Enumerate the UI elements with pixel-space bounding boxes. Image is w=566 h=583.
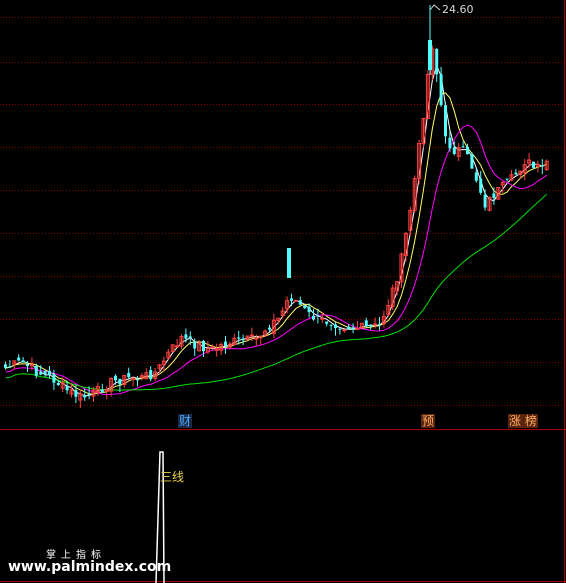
candle-body	[303, 305, 307, 309]
candle-body	[474, 172, 478, 181]
ma-mid-line	[5, 92, 547, 395]
candle-body	[237, 337, 241, 339]
candle-body	[532, 161, 535, 168]
candle-body	[325, 321, 329, 324]
candlesticks	[4, 5, 549, 408]
candle-body	[184, 334, 188, 339]
candle-body	[83, 395, 87, 398]
candle-body	[48, 370, 51, 376]
candle-body	[298, 300, 302, 305]
kline-svg[interactable]	[0, 0, 566, 583]
candle-body	[127, 372, 131, 378]
candle-body	[241, 338, 245, 341]
peak-price-label: 24.60	[442, 3, 474, 16]
candle-body	[316, 315, 320, 317]
candle-body	[505, 178, 509, 180]
watermark-url: www.palmindex.com	[8, 559, 172, 575]
candle-body	[312, 315, 315, 320]
forecast-marker[interactable]: 预	[421, 414, 436, 428]
candle-body	[268, 327, 271, 330]
candle-body	[254, 337, 259, 340]
ma-xlong-line	[5, 193, 548, 391]
candle-body	[364, 320, 368, 327]
candle-body	[21, 360, 25, 363]
candle-body	[334, 324, 337, 329]
candle-body	[118, 378, 122, 385]
candle-body	[249, 334, 254, 337]
candle-body	[466, 146, 469, 155]
candle-body	[8, 366, 12, 368]
candle-body	[514, 172, 518, 175]
candle-body	[540, 165, 544, 167]
candle-body	[65, 385, 69, 391]
ma-short-line	[5, 64, 547, 397]
candle-body	[373, 323, 378, 326]
candle-body	[52, 374, 56, 383]
candle-body	[56, 382, 60, 386]
ranking-marker[interactable]: 涨 榜	[508, 414, 538, 428]
candle-body	[448, 137, 452, 149]
candle-body	[149, 370, 153, 380]
candle-body	[492, 193, 496, 198]
candle-body	[338, 328, 342, 330]
candle-body	[87, 393, 91, 395]
candle-body	[470, 154, 474, 169]
candle-body	[43, 371, 47, 375]
candle-body	[461, 146, 465, 148]
candle-body	[34, 365, 38, 376]
candle-body	[435, 48, 439, 75]
candle-body	[74, 389, 78, 397]
peak-pointer	[429, 4, 441, 11]
finance-marker[interactable]: 财	[178, 414, 193, 428]
candle-body	[378, 324, 381, 326]
candle-body	[4, 364, 7, 368]
candle-body	[17, 357, 21, 361]
candle-body	[100, 389, 104, 393]
candle-body	[193, 341, 197, 349]
candle-body	[290, 298, 293, 301]
candle-body	[39, 372, 43, 375]
moving-average-lines	[5, 4, 548, 397]
candle-body	[136, 379, 139, 381]
candle-body	[369, 324, 373, 327]
candle-body	[320, 317, 325, 320]
candle-body	[452, 147, 456, 154]
candle-body	[444, 105, 447, 137]
candle-body	[210, 346, 215, 349]
candle-body	[483, 194, 487, 208]
spike-candle-body	[287, 248, 291, 278]
candle-body	[329, 324, 333, 326]
candle-body	[175, 345, 180, 348]
candle-body	[479, 178, 483, 193]
candle-body	[114, 375, 117, 381]
ranking-marker-bang: 榜	[524, 414, 537, 428]
candle-body	[224, 341, 227, 347]
candle-body	[351, 327, 355, 329]
kline-chart-window: { "chart_data": { "type": "candlestick",…	[0, 0, 566, 583]
candle-body	[29, 364, 34, 367]
candle-body	[355, 328, 360, 331]
ranking-marker-zhang: 涨	[509, 414, 522, 428]
candle-body	[307, 306, 311, 313]
candle-body	[131, 378, 136, 381]
price-gridlines	[0, 0, 566, 583]
candle-body	[347, 326, 351, 330]
candle-body	[293, 299, 298, 302]
peak-candle-body	[428, 40, 432, 70]
indicator-line-label: 三线	[160, 470, 185, 484]
candle-body	[439, 74, 443, 106]
candle-body	[202, 340, 205, 352]
candle-body	[188, 336, 192, 338]
candle-body	[26, 364, 29, 367]
candle-body	[342, 329, 347, 332]
